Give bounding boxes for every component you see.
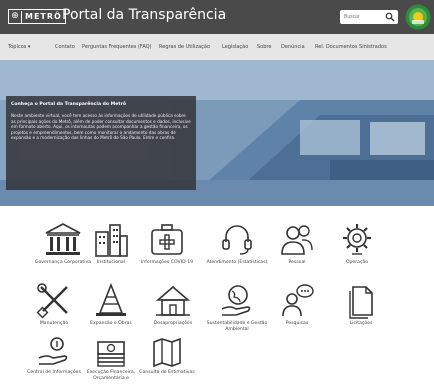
- tile-licitacoes[interactable]: Licitações: [326, 283, 396, 327]
- hero-info-box: Conheça o Portal da Transparência do Met…: [6, 96, 196, 190]
- logo-text: METRÔ: [25, 12, 62, 21]
- nav-regras[interactable]: Regras de Utilização: [159, 44, 210, 50]
- top-header: ⊕ METRÔ Portal da Transparência: [0, 0, 434, 34]
- hero-description: Neste ambiente virtual, você tem acesso …: [11, 113, 191, 141]
- hero-title: Conheça o Portal da Transparência do Met…: [11, 102, 126, 107]
- nav-contato[interactable]: Contato: [55, 44, 75, 50]
- nav-denuncia[interactable]: Denúncia: [281, 44, 305, 50]
- map-icon: [153, 337, 181, 368]
- tile-label: Consulta de Estimativas: [139, 370, 195, 375]
- gear-icon: [343, 224, 371, 255]
- medical-kit-icon: [151, 224, 183, 255]
- search-box[interactable]: [340, 10, 398, 24]
- hand-coin-icon: [38, 337, 68, 365]
- state-seal-icon: [405, 4, 431, 30]
- hero-banner: Conheça o Portal da Transparência do Met…: [0, 60, 434, 206]
- survey-person-icon: [282, 284, 314, 317]
- tile-operacao[interactable]: Operação: [322, 222, 392, 266]
- tile-label: Operação: [345, 260, 369, 265]
- buildings-icon: [95, 224, 128, 257]
- tile-desapropriacoes[interactable]: Desapropriações: [138, 283, 208, 327]
- people-icon: [281, 225, 313, 255]
- money-stack-icon: [97, 341, 125, 367]
- nav-faq[interactable]: Perguntas Frequentes (FAQ): [82, 44, 152, 50]
- nav-rel-documentos[interactable]: Rel. Documentos Sinistrados: [315, 44, 387, 50]
- traffic-cone-icon: [96, 283, 126, 316]
- tile-label: Informações COVID-19: [140, 260, 194, 265]
- headset-icon: [222, 225, 252, 255]
- metro-logo[interactable]: ⊕ METRÔ: [8, 9, 66, 24]
- tile-label: Expansão e Obras: [90, 321, 132, 326]
- tile-label: Licitações: [349, 321, 373, 326]
- nav-topicos[interactable]: Tópicos ▾: [8, 44, 30, 50]
- tile-label: Pesquisas: [285, 321, 309, 326]
- search-icon[interactable]: [385, 12, 395, 22]
- page-title: Portal da Transparência: [62, 7, 227, 23]
- tile-covid[interactable]: Informações COVID-19: [132, 222, 202, 266]
- search-input[interactable]: [344, 10, 382, 24]
- main-nav: Tópicos ▾ Contato Perguntas Frequentes (…: [0, 34, 434, 60]
- tile-expansao[interactable]: Expansão e Obras: [76, 283, 146, 327]
- tile-pesquisas[interactable]: Pesquisas: [262, 283, 332, 327]
- nav-legislacao[interactable]: Legislação: [222, 44, 248, 50]
- house-icon: [155, 285, 191, 316]
- document-icon: [349, 286, 373, 319]
- metro-symbol-icon: ⊕: [9, 10, 22, 23]
- tile-label: Desapropriações: [153, 321, 193, 326]
- tools-icon: [36, 283, 68, 319]
- tile-consulta-estimativas[interactable]: Consulta de Estimativas: [132, 336, 202, 376]
- nav-sobre[interactable]: Sobre: [257, 44, 271, 50]
- globe-hand-icon: [221, 285, 251, 316]
